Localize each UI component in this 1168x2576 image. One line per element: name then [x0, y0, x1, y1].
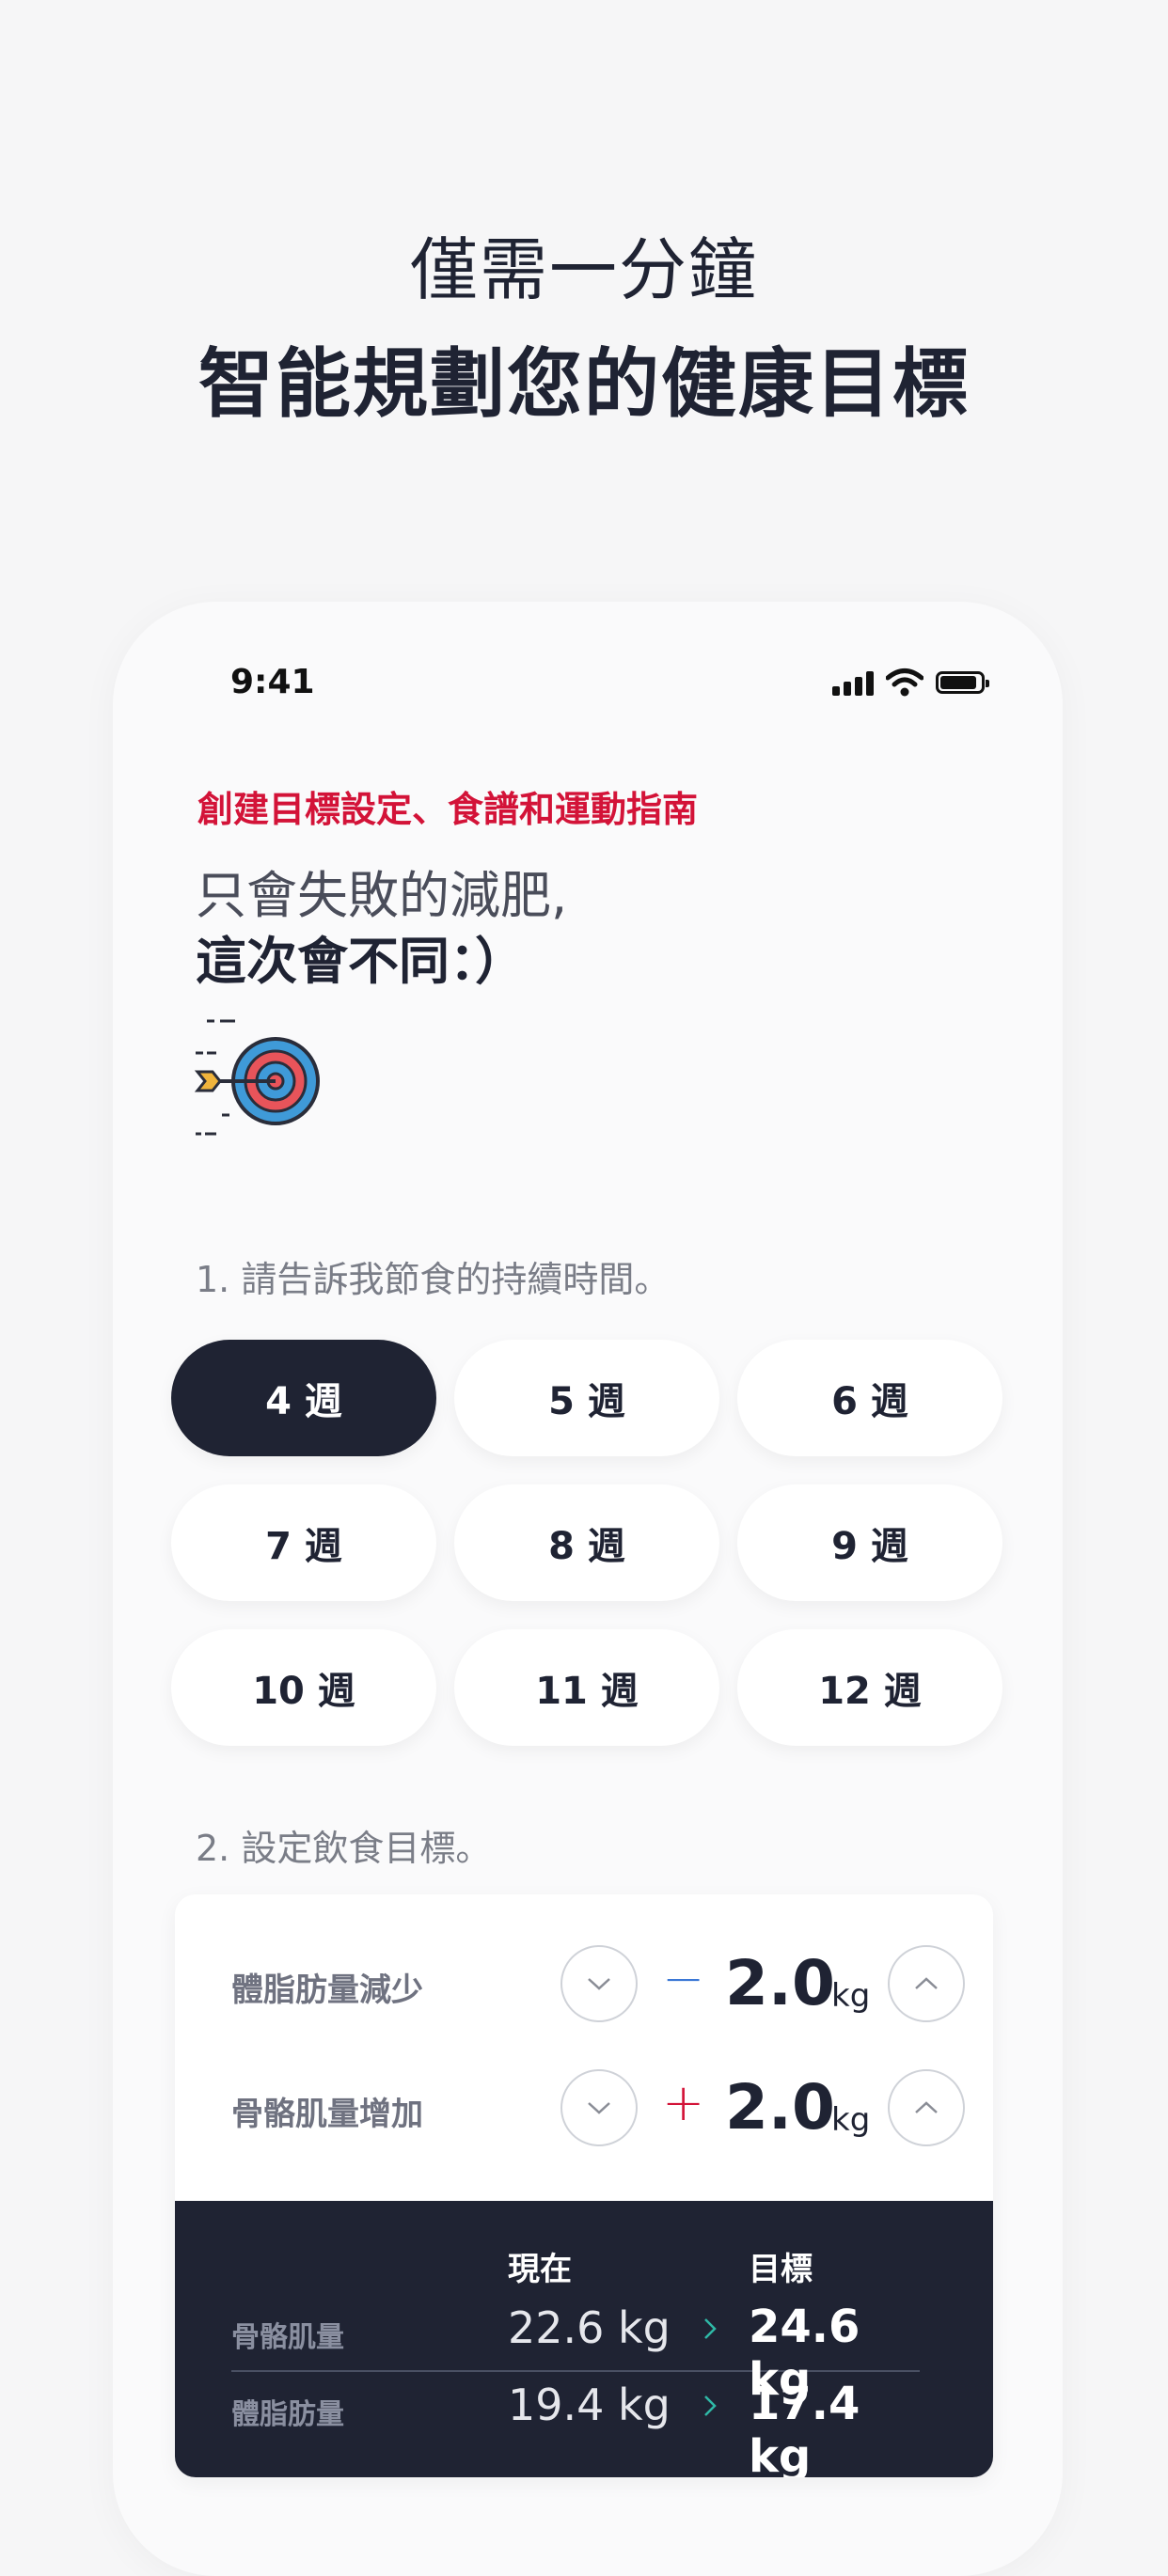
question-goal: 2. 設定飲食目標。: [196, 1828, 492, 1869]
decrease-button[interactable]: [560, 2069, 638, 2146]
target-icon: [194, 1019, 320, 1136]
duration-options: 4 週 5 週 6 週 7 週 8 週 9 週 10 週 11 週 12 週: [171, 1340, 1002, 1746]
week-option-4[interactable]: 4 週: [171, 1340, 436, 1456]
goal-row-muscle: 骨骼肌量增加 + 2.0 kg: [175, 2047, 993, 2171]
goal-label: 體脂肪量減少: [231, 1971, 423, 2009]
week-option-11[interactable]: 11 週: [454, 1629, 719, 1746]
summary-label: 體脂肪量: [231, 2398, 344, 2431]
week-option-6[interactable]: 6 週: [737, 1340, 1002, 1456]
summary-row: 體脂肪量 19.4 kg 17.4 kg: [231, 2372, 920, 2477]
summary-goal-value: 17.4 kg: [749, 2378, 860, 2477]
decrease-button[interactable]: [560, 1945, 638, 2022]
status-bar: 9:41: [113, 602, 1063, 771]
week-option-10[interactable]: 10 週: [171, 1629, 436, 1746]
headline-top: 僅需一分鐘: [409, 230, 758, 309]
chevron-up-icon: [915, 1977, 938, 1989]
increase-button[interactable]: [888, 2069, 965, 2146]
week-option-12[interactable]: 12 週: [737, 1629, 1002, 1746]
week-option-5[interactable]: 5 週: [454, 1340, 719, 1456]
chevron-down-icon: [588, 2102, 610, 2114]
goal-label: 骨骼肌量增加: [231, 2096, 423, 2133]
summary-now-value: 22.6 kg: [508, 2302, 671, 2353]
status-time: 9:41: [230, 663, 315, 701]
goal-unit: kg: [831, 2101, 871, 2139]
chevron-down-icon: [588, 1978, 610, 1990]
goal-unit: kg: [831, 1977, 871, 2015]
minus-sign: −: [662, 1949, 705, 2008]
subhead: 創建目標設定、食譜和運動指南: [197, 789, 699, 830]
cellular-signal-icon: [832, 671, 874, 696]
goal-card: 體脂肪量減少 − 2.0 kg 骨骼肌量增加 + 2.0 kg 現在 目標 骨骼…: [175, 1894, 993, 2477]
plus-sign: +: [662, 2073, 705, 2132]
question-duration: 1. 請告訴我節食的持續時間。: [196, 1259, 671, 1300]
week-option-9[interactable]: 9 週: [737, 1484, 1002, 1601]
wifi-icon: [886, 668, 923, 697]
chevron-up-icon: [915, 2101, 938, 2113]
summary-label: 骨骼肌量: [231, 2321, 344, 2354]
goal-value: 2.0: [725, 1947, 835, 2019]
headline-main: 智能規劃您的健康目標: [198, 340, 970, 428]
week-option-8[interactable]: 8 週: [454, 1484, 719, 1601]
summary-row: 骨骼肌量 22.6 kg 24.6 kg: [231, 2295, 920, 2406]
lead-line-1: 只會失敗的減肥,: [196, 866, 568, 925]
phone-mockup: 9:41 創建目標設定、食譜和運動指南 只會失敗的減肥, 這次會不同：） 1. …: [113, 602, 1063, 2576]
battery-icon: [936, 671, 989, 694]
goal-row-fat: 體脂肪量減少 − 2.0 kg: [175, 1923, 993, 2047]
increase-button[interactable]: [888, 1945, 965, 2022]
week-option-7[interactable]: 7 週: [171, 1484, 436, 1601]
summary-panel: 現在 目標 骨骼肌量 22.6 kg 24.6 kg 體脂肪量 19.4 kg …: [175, 2201, 993, 2477]
summary-now-value: 19.4 kg: [508, 2380, 671, 2430]
summary-header-now: 現在: [508, 2251, 572, 2288]
chevron-right-icon: [704, 2395, 717, 2416]
goal-value: 2.0: [725, 2071, 835, 2144]
lead-line-2: 這次會不同：）: [196, 932, 526, 991]
chevron-right-icon: [704, 2318, 717, 2339]
summary-header-goal: 目標: [749, 2251, 813, 2288]
